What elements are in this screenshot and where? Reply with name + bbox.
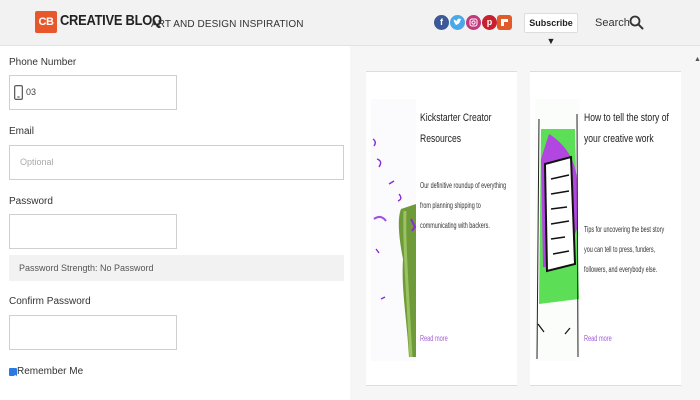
password-label: Password [9, 196, 53, 207]
confirm-password-field[interactable] [9, 315, 177, 350]
email-placeholder: Optional [20, 157, 54, 167]
remember-me-checkbox[interactable] [9, 368, 17, 380]
twitter-icon[interactable] [450, 15, 465, 30]
resource-card[interactable]: Kickstarter Creator Resources Our defini… [366, 71, 517, 386]
logo-text[interactable]: CREATIVE BLOQ [60, 12, 162, 29]
email-field[interactable]: Optional [9, 145, 344, 180]
phone-field[interactable]: 03 [9, 75, 177, 110]
pinterest-icon[interactable]: p [482, 15, 497, 30]
read-more-link[interactable]: Read more [584, 334, 612, 343]
password-strength-bar: Password Strength: No Password [9, 255, 344, 281]
card-image [535, 99, 580, 361]
search-label[interactable]: Search [595, 17, 630, 29]
card-image [371, 99, 416, 361]
facebook-icon[interactable]: f [434, 15, 449, 30]
card-description: Our definitive roundup of everything fro… [420, 181, 507, 230]
checkmark-icon [10, 374, 17, 380]
password-strength-text: Password Strength: No Password [19, 263, 154, 273]
site-header: CB CREATIVE BLOQ ART AND DESIGN INSPIRAT… [0, 0, 700, 46]
phone-value: 03 [26, 87, 37, 97]
card-title[interactable]: Kickstarter Creator Resources [420, 108, 514, 150]
site-tagline: ART AND DESIGN INSPIRATION [151, 19, 304, 30]
instagram-icon[interactable] [466, 15, 481, 30]
phone-icon [14, 85, 23, 100]
subscribe-button[interactable]: Subscribe ▼ [524, 13, 578, 46]
scroll-up-arrow-icon[interactable]: ▲ [694, 56, 700, 63]
confirm-password-label: Confirm Password [9, 296, 91, 307]
remember-me-label[interactable]: Remember Me [17, 366, 83, 377]
email-label: Email [9, 126, 35, 137]
read-more-link[interactable]: Read more [420, 334, 448, 343]
logo-mark[interactable]: CB [35, 11, 57, 33]
card-title[interactable]: How to tell the story of your creative w… [584, 108, 678, 150]
search-icon[interactable] [629, 15, 644, 30]
card-description: Tips for uncovering the best story you c… [584, 225, 665, 274]
password-field[interactable] [9, 214, 177, 249]
phone-label: Phone Number [9, 57, 77, 68]
flipboard-icon[interactable] [497, 15, 512, 30]
resource-card[interactable]: How to tell the story of your creative w… [530, 71, 681, 386]
